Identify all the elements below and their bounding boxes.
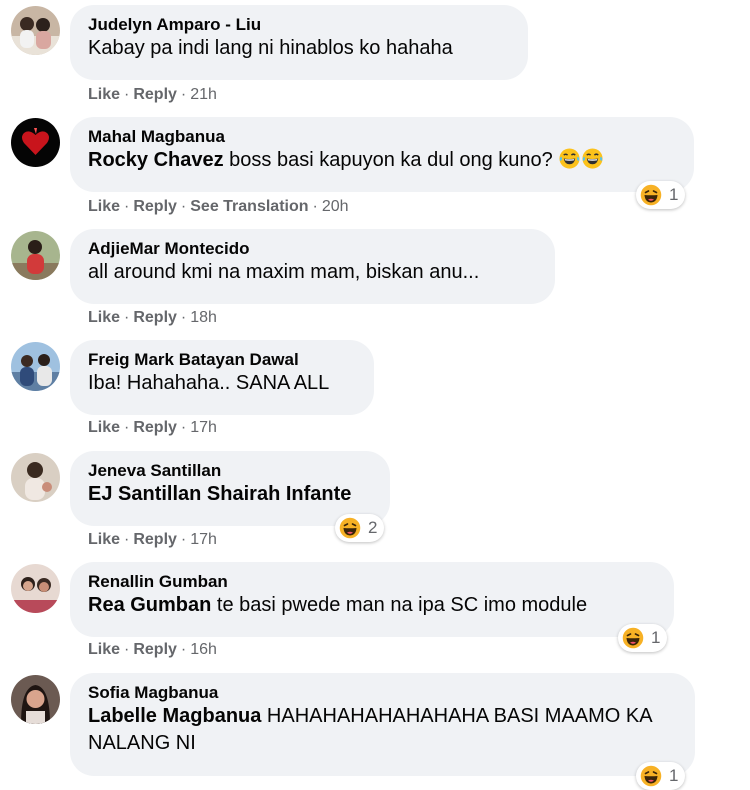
avatar[interactable]	[11, 118, 60, 167]
reaction-count: 2	[368, 518, 378, 537]
timestamp[interactable]: 20h	[322, 198, 349, 215]
comment-message: te basi pwede man na ipa SC imo module	[211, 594, 588, 616]
reaction-count-badge[interactable]: 2	[335, 514, 385, 542]
timestamp[interactable]: 18h	[190, 309, 217, 326]
like-link[interactable]: Like	[88, 641, 120, 658]
avatar-image	[11, 231, 60, 280]
timestamp[interactable]: 16h	[190, 641, 217, 658]
comment-author[interactable]: Renallin Gumban	[88, 571, 656, 592]
like-link[interactable]: Like	[88, 198, 120, 215]
reply-link[interactable]: Reply	[133, 531, 177, 548]
avatar-image	[11, 564, 60, 613]
comment-bubble: Sofia Magbanua Labelle Magbanua HAHAHAHA…	[70, 673, 695, 776]
reply-link[interactable]: Reply	[133, 419, 177, 436]
like-link[interactable]: Like	[88, 419, 120, 436]
comment-actions: Like · Reply · 16h	[88, 641, 217, 658]
like-link[interactable]: Like	[88, 531, 120, 548]
comment-author[interactable]: Freig Mark Batayan Dawal	[88, 349, 356, 370]
haha-icon	[621, 626, 645, 650]
reply-link[interactable]: Reply	[133, 86, 177, 103]
comment-actions: Like · Reply · See Translation · 20h	[88, 198, 349, 215]
like-link[interactable]: Like	[88, 86, 120, 103]
haha-icon	[338, 516, 362, 540]
avatar-image	[11, 342, 60, 391]
comment-text: Iba! Hahahaha.. SANA ALL	[88, 372, 330, 394]
comment-text: EJ Santillan Shairah Infante	[88, 481, 372, 508]
avatar[interactable]	[11, 231, 60, 280]
avatar-image	[11, 6, 60, 55]
comment-actions: Like · Reply · 17h	[88, 531, 217, 548]
tagged-user-link[interactable]: Rea Gumban	[88, 594, 211, 616]
like-link[interactable]: Like	[88, 309, 120, 326]
comment-author[interactable]: AdjieMar Montecido	[88, 238, 537, 259]
comment-bubble: Mahal Magbanua Rocky Chavez boss basi ka…	[70, 117, 694, 192]
avatar[interactable]	[11, 453, 60, 502]
tagged-user-link[interactable]: EJ Santillan Shairah Infante	[88, 483, 351, 505]
haha-icon	[639, 183, 663, 207]
haha-icon	[639, 764, 663, 788]
timestamp[interactable]: 17h	[190, 419, 217, 436]
comment-message: boss basi kapuyon ka dul ong kuno?	[223, 149, 559, 171]
reaction-count: 1	[669, 185, 679, 204]
comment-text: all around kmi na maxim mam, biskan anu.…	[88, 261, 480, 283]
reply-link[interactable]: Reply	[133, 641, 177, 658]
comment-author[interactable]: Jeneva Santillan	[88, 460, 372, 481]
tears-of-joy-icon	[558, 147, 581, 170]
comment-bubble: AdjieMar Montecido all around kmi na max…	[70, 229, 555, 304]
comment-text: Rocky Chavez boss basi kapuyon ka dul on…	[88, 147, 676, 174]
avatar[interactable]	[11, 6, 60, 55]
tagged-user-link[interactable]: Labelle Magbanua	[88, 705, 261, 727]
comment-text: Labelle Magbanua HAHAHAHAHAHAHAHA BASI M…	[88, 703, 677, 757]
reaction-count: 1	[651, 628, 661, 647]
comment-author[interactable]: Judelyn Amparo - Liu	[88, 14, 510, 35]
see-translation-link[interactable]: See Translation	[190, 198, 308, 215]
comment-text: Rea Gumban te basi pwede man na ipa SC i…	[88, 592, 656, 619]
comment-actions: Like · Reply · 17h	[88, 419, 217, 436]
comment-text: Kabay pa indi lang ni hinablos ko hahaha	[88, 37, 453, 59]
avatar[interactable]	[11, 564, 60, 613]
reply-link[interactable]: Reply	[133, 198, 177, 215]
tears-of-joy-icon	[581, 147, 604, 170]
timestamp[interactable]: 17h	[190, 531, 217, 548]
avatar-image	[11, 118, 60, 167]
reply-link[interactable]: Reply	[133, 309, 177, 326]
reaction-count-badge[interactable]: 1	[636, 181, 686, 209]
comment-bubble: Renallin Gumban Rea Gumban te basi pwede…	[70, 562, 674, 637]
tagged-user-link[interactable]: Rocky Chavez	[88, 149, 224, 171]
reaction-count: 1	[669, 766, 679, 785]
avatar-image	[11, 453, 60, 502]
reaction-count-badge[interactable]: 1	[636, 762, 686, 790]
avatar[interactable]	[11, 342, 60, 391]
comment-actions: Like · Reply · 21h	[88, 86, 217, 103]
comment-bubble: Judelyn Amparo - Liu Kabay pa indi lang …	[70, 5, 528, 80]
comment-actions: Like · Reply · 18h	[88, 309, 217, 326]
comment-author[interactable]: Sofia Magbanua	[88, 682, 677, 703]
avatar[interactable]	[11, 675, 60, 724]
avatar-image	[11, 675, 60, 724]
timestamp[interactable]: 21h	[190, 86, 217, 103]
reaction-count-badge[interactable]: 1	[618, 624, 668, 652]
comment-author[interactable]: Mahal Magbanua	[88, 126, 676, 147]
comment-bubble: Freig Mark Batayan Dawal Iba! Hahahaha..…	[70, 340, 374, 415]
